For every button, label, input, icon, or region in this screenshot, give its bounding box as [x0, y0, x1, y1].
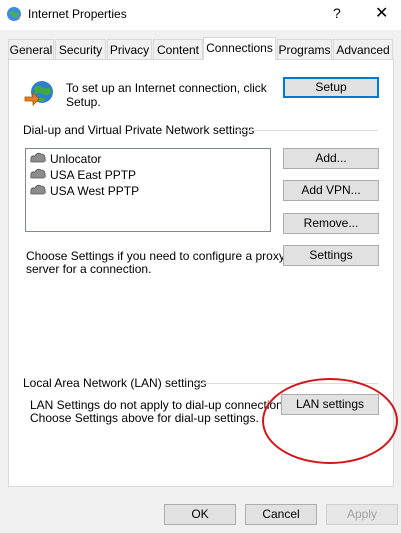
- tab-programs[interactable]: Programs: [277, 39, 332, 59]
- tab-privacy[interactable]: Privacy: [107, 39, 152, 59]
- network-connection-icon: [30, 184, 46, 200]
- list-item[interactable]: Unlocator: [30, 151, 101, 167]
- add-vpn-button[interactable]: Add VPN...: [283, 180, 379, 201]
- lan-group-label: Local Area Network (LAN) settings: [23, 376, 207, 390]
- close-button[interactable]: ✕: [375, 3, 388, 23]
- apply-button[interactable]: Apply: [326, 504, 398, 525]
- lan-description-line1: LAN Settings do not apply to dial-up con…: [30, 398, 293, 412]
- list-item[interactable]: USA West PPTP: [30, 183, 139, 199]
- vpn-group-divider: [236, 130, 378, 131]
- tab-advanced[interactable]: Advanced: [333, 39, 393, 59]
- network-connection-icon: [30, 168, 46, 184]
- vpn-name: USA East PPTP: [50, 168, 137, 182]
- proxy-description-line1: Choose Settings if you need to configure…: [26, 249, 285, 263]
- ok-button[interactable]: OK: [164, 504, 236, 525]
- setup-description-line1: To set up an Internet connection, click: [66, 81, 267, 95]
- network-connection-icon: [30, 152, 46, 168]
- tab-general[interactable]: General: [8, 39, 54, 59]
- vpn-name: USA West PPTP: [50, 184, 140, 198]
- lan-description-line2: Choose Settings above for dial-up settin…: [30, 411, 259, 425]
- globe-connection-icon: [23, 78, 55, 110]
- settings-button[interactable]: Settings: [283, 245, 379, 266]
- list-item[interactable]: USA East PPTP: [30, 167, 136, 183]
- setup-button[interactable]: Setup: [283, 77, 379, 98]
- setup-description-line2: Setup.: [66, 95, 101, 109]
- tab-security[interactable]: Security: [55, 39, 106, 59]
- vpn-group-label: Dial-up and Virtual Private Network sett…: [23, 123, 255, 137]
- tab-connections[interactable]: Connections: [203, 37, 276, 60]
- help-button[interactable]: ?: [333, 5, 341, 21]
- window-title: Internet Properties: [28, 7, 127, 21]
- vpn-name: Unlocator: [50, 152, 102, 166]
- vpn-connection-list[interactable]: Unlocator USA East PPTP USA West PPTP: [25, 148, 271, 232]
- annotation-circle: [262, 378, 398, 464]
- cancel-button[interactable]: Cancel: [245, 504, 317, 525]
- tab-content[interactable]: Content: [153, 39, 203, 59]
- internet-options-icon: [6, 6, 22, 22]
- remove-button[interactable]: Remove...: [283, 213, 379, 234]
- proxy-description-line2: server for a connection.: [26, 262, 152, 276]
- add-button[interactable]: Add...: [283, 148, 379, 169]
